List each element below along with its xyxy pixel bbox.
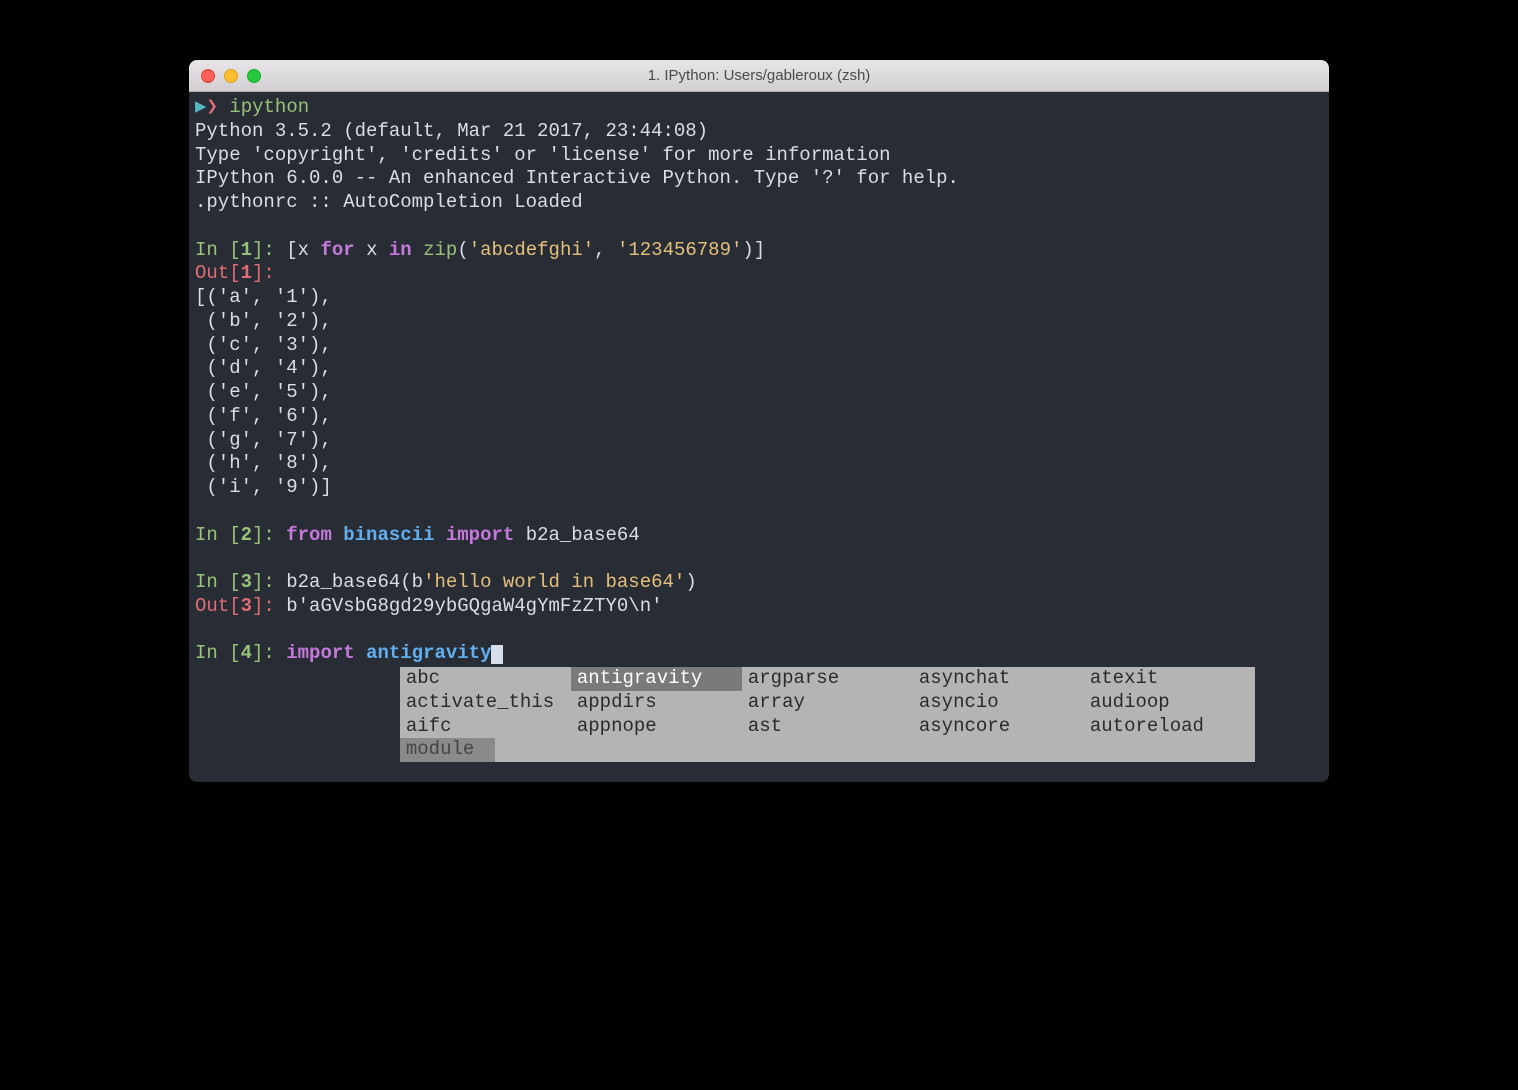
autocomplete-item[interactable]: aifc bbox=[400, 715, 571, 739]
autocomplete-row: abc antigravity argparse asynchat atexit bbox=[400, 667, 1255, 691]
blank-line bbox=[195, 547, 1323, 571]
banner-line: IPython 6.0.0 -- An enhanced Interactive… bbox=[195, 167, 1323, 191]
autocomplete-item[interactable]: ast bbox=[742, 715, 913, 739]
autocomplete-item[interactable]: autoreload bbox=[1084, 715, 1255, 739]
autocomplete-statusbar: module bbox=[400, 738, 1255, 762]
blank-line bbox=[195, 215, 1323, 239]
terminal-content[interactable]: ▶❯ ipython Python 3.5.2 (default, Mar 21… bbox=[189, 92, 1329, 782]
shell-prompt-line: ▶❯ ipython bbox=[195, 96, 1323, 120]
in-prompt-1: In [1]: [x for x in zip('abcdefghi', '12… bbox=[195, 239, 1323, 263]
autocomplete-item[interactable]: appnope bbox=[571, 715, 742, 739]
autocomplete-row: activate_this appdirs array asyncio audi… bbox=[400, 691, 1255, 715]
autocomplete-item[interactable]: asyncio bbox=[913, 691, 1084, 715]
banner-line: .pythonrc :: AutoCompletion Loaded bbox=[195, 191, 1323, 215]
blank-line bbox=[195, 500, 1323, 524]
in-prompt-3: In [3]: b2a_base64(b'hello world in base… bbox=[195, 571, 1323, 595]
output-line: ('i', '9')] bbox=[195, 476, 1323, 500]
autocomplete-item[interactable]: atexit bbox=[1084, 667, 1255, 691]
output-line: ('h', '8'), bbox=[195, 452, 1323, 476]
blank-line bbox=[195, 619, 1323, 643]
window-titlebar: 1. IPython: Users/gableroux (zsh) bbox=[189, 60, 1329, 92]
terminal-window: 1. IPython: Users/gableroux (zsh) ▶❯ ipy… bbox=[189, 60, 1329, 782]
prompt-arrow-icon: ▶ bbox=[195, 96, 206, 118]
cursor-icon bbox=[491, 645, 502, 664]
output-line: ('d', '4'), bbox=[195, 357, 1323, 381]
autocomplete-item[interactable]: audioop bbox=[1084, 691, 1255, 715]
output-line: ('g', '7'), bbox=[195, 429, 1323, 453]
shell-command: ipython bbox=[229, 96, 309, 118]
autocomplete-item[interactable]: appdirs bbox=[571, 691, 742, 715]
autocomplete-item-selected[interactable]: antigravity bbox=[571, 667, 742, 691]
banner-line: Type 'copyright', 'credits' or 'license'… bbox=[195, 144, 1323, 168]
output-line: ('f', '6'), bbox=[195, 405, 1323, 429]
autocomplete-status: module bbox=[400, 738, 495, 762]
autocomplete-item[interactable]: array bbox=[742, 691, 913, 715]
output-line: ('c', '3'), bbox=[195, 334, 1323, 358]
banner-line: Python 3.5.2 (default, Mar 21 2017, 23:4… bbox=[195, 120, 1323, 144]
autocomplete-item[interactable]: argparse bbox=[742, 667, 913, 691]
output-line: ('e', '5'), bbox=[195, 381, 1323, 405]
autocomplete-item[interactable]: asyncore bbox=[913, 715, 1084, 739]
autocomplete-item[interactable]: abc bbox=[400, 667, 571, 691]
autocomplete-wrapper: abc antigravity argparse asynchat atexit… bbox=[195, 666, 1323, 762]
in-prompt-4: In [4]: import antigravity bbox=[195, 642, 1323, 666]
out-prompt-3: Out[3]: b'aGVsbG8gd29ybGQgaW4gYmFzZTY0\n… bbox=[195, 595, 1323, 619]
prompt-angle-icon: ❯ bbox=[206, 96, 217, 118]
output-line: [('a', '1'), bbox=[195, 286, 1323, 310]
autocomplete-row: aifc appnope ast asyncore autoreload bbox=[400, 715, 1255, 739]
out-prompt-1: Out[1]: bbox=[195, 262, 1323, 286]
autocomplete-item[interactable]: asynchat bbox=[913, 667, 1084, 691]
autocomplete-item[interactable]: activate_this bbox=[400, 691, 571, 715]
in-prompt-2: In [2]: from binascii import b2a_base64 bbox=[195, 524, 1323, 548]
window-title: 1. IPython: Users/gableroux (zsh) bbox=[189, 67, 1329, 84]
autocomplete-popup[interactable]: abc antigravity argparse asynchat atexit… bbox=[400, 667, 1255, 762]
output-line: ('b', '2'), bbox=[195, 310, 1323, 334]
